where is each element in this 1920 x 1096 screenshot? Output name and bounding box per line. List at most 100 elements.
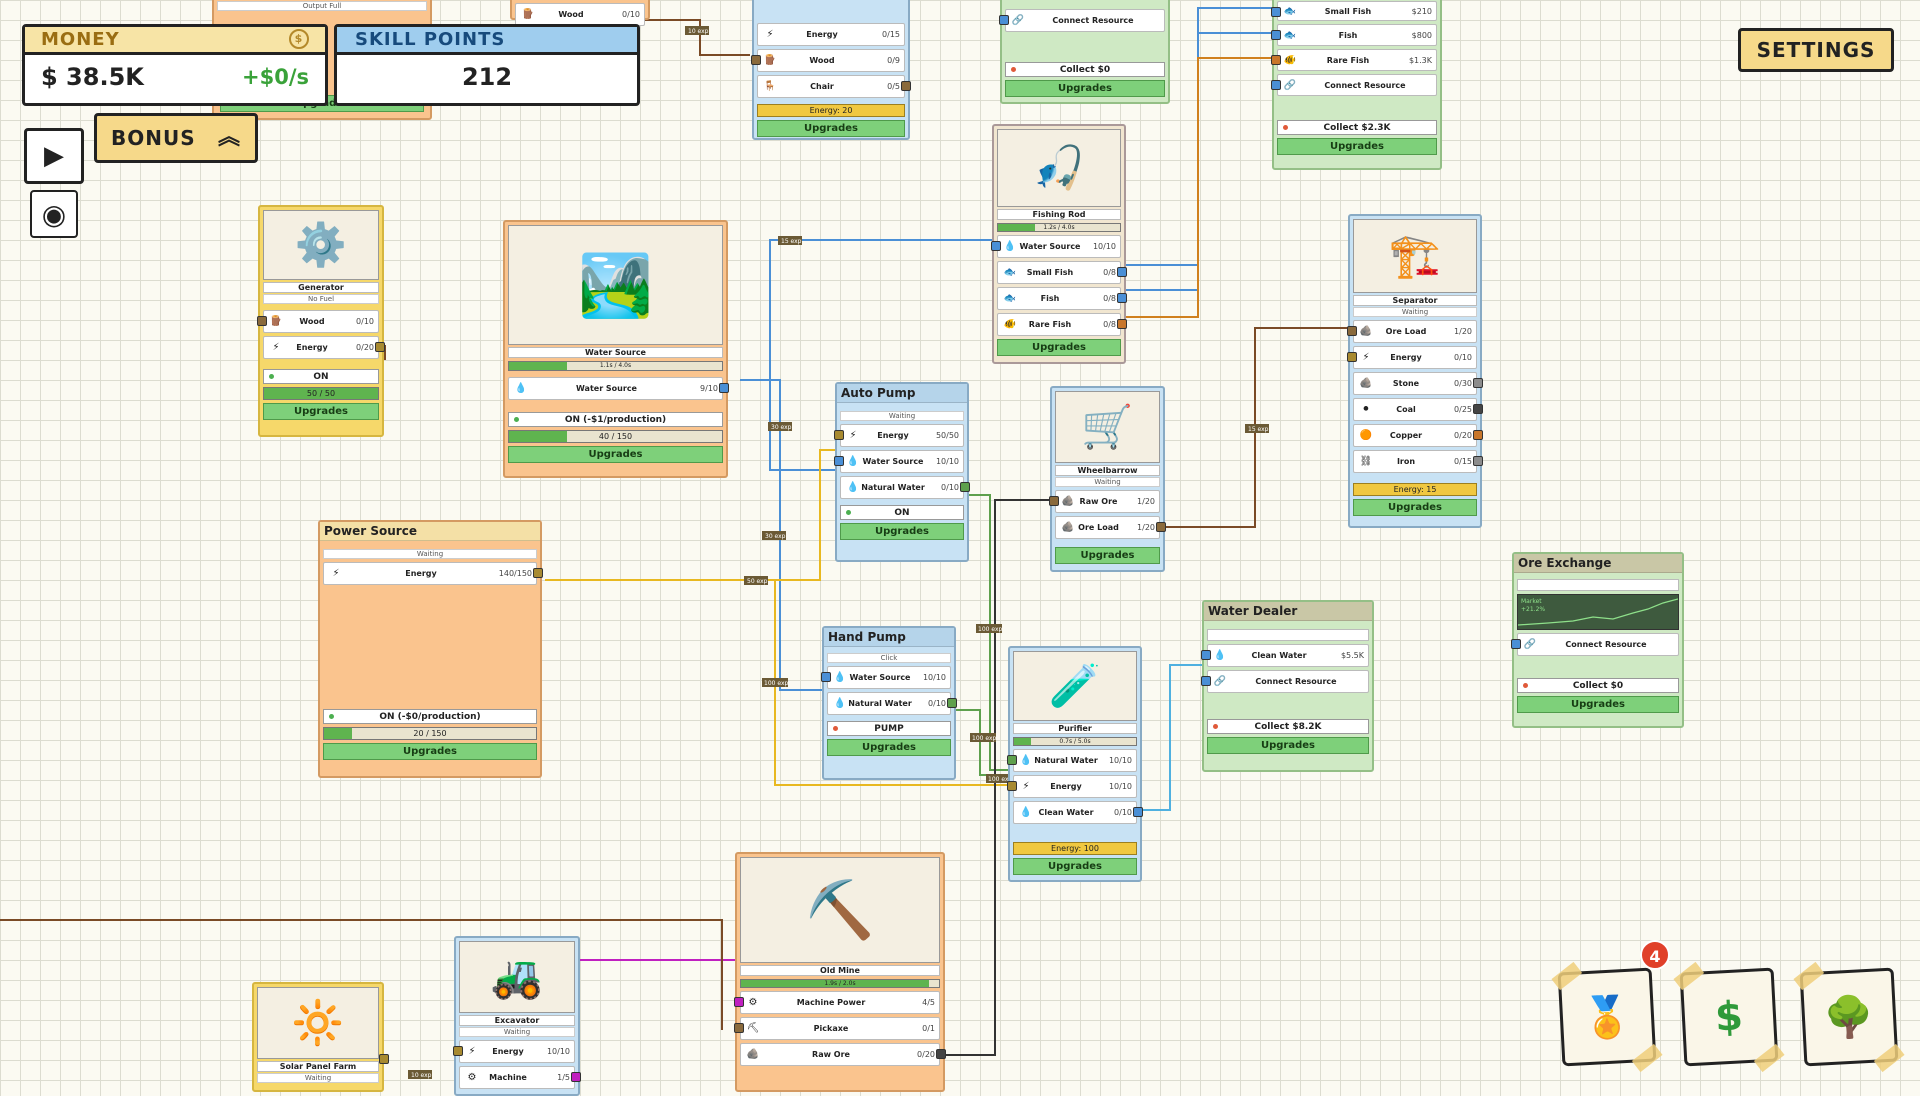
connect-resource-row[interactable]: 🔗 Connect Resource [1201,670,1369,693]
input-port[interactable] [453,1046,463,1056]
input-port[interactable] [821,672,831,682]
collect-button[interactable]: Collect $2.3K [1277,120,1437,135]
resource-row: 💧 Water Source 10/10 [834,450,964,473]
output-port[interactable] [1117,319,1127,329]
output-port[interactable] [375,342,385,352]
pump-button[interactable]: PUMP [827,721,951,736]
input-port[interactable] [1271,55,1281,65]
input-port[interactable] [1049,496,1059,506]
upgrades-button[interactable]: Upgrades [1207,737,1369,754]
resource-label: Ore Load [1385,327,1427,336]
output-port[interactable] [379,1054,389,1064]
connect-resource-row[interactable]: 🔗 Connect Resource [1511,633,1679,656]
ore-icon: 🪨 [1061,522,1075,533]
bar-text: 50 / 50 [306,389,336,398]
input-port[interactable] [1007,755,1017,765]
node-status: Click [827,653,951,663]
node-name: Generator [263,282,379,293]
collect-button[interactable]: Collect $8.2K [1207,719,1369,734]
settings-button[interactable]: SETTINGS [1738,28,1894,72]
output-port[interactable] [1117,267,1127,277]
output-port[interactable] [719,383,729,393]
collect-button[interactable]: Collect $0 [1005,62,1165,77]
connect-resource-row[interactable]: 🔗 Connect Resource [999,9,1165,32]
output-port[interactable] [1117,293,1127,303]
input-port[interactable] [999,15,1009,25]
input-port[interactable] [1347,326,1357,336]
upgrades-button[interactable]: Upgrades [1353,499,1477,516]
power-toggle[interactable]: ON [840,505,964,520]
input-port[interactable] [734,1023,744,1033]
input-port[interactable] [734,997,744,1007]
input-port[interactable] [834,430,844,440]
resource-label: Fish [1338,30,1358,40]
copper-icon: 🟠 [1359,430,1373,441]
input-port[interactable] [257,316,267,326]
input-port[interactable] [1201,650,1211,660]
output-port[interactable] [936,1049,946,1059]
input-port[interactable] [834,456,844,466]
upgrades-button[interactable]: Upgrades [997,339,1121,356]
output-port[interactable] [1473,404,1483,414]
excavator-node: 🚜 Excavator Waiting ⚡ Energy 10/10 ⚙ Machin… [453,936,581,1096]
input-port[interactable] [751,55,761,65]
input-port[interactable] [1271,7,1281,17]
upgrades-button[interactable]: Upgrades [1013,858,1137,875]
bonus-button[interactable]: BONUS ︽ [94,113,258,163]
output-port[interactable] [901,81,911,91]
resource-value: 0/5 [887,82,900,91]
upgrades-button[interactable]: Upgrades [757,120,905,137]
chair-icon: 🪑 [763,81,777,92]
input-port[interactable] [1347,352,1357,362]
resource-row: 🪨 Ore Load 1/20 [1347,320,1477,343]
fish-icon: 🐟 [1003,293,1017,304]
wire-label-text: 15 exp [781,238,802,245]
power-toggle[interactable]: ON (-$1/production) [508,412,723,427]
play-button[interactable]: ▶ [24,128,84,184]
output-port[interactable] [1156,522,1166,532]
input-port[interactable] [991,241,1001,251]
purifier-node: 🧪 Purifier 0.7s / 5.0s 💧 Natural Water 10/… [1007,646,1143,882]
output-port[interactable] [1473,430,1483,440]
bar-text: 0.7s / 5.0s [1059,738,1091,745]
upgrades-button[interactable]: Upgrades [827,739,951,756]
collect-button[interactable]: Collect $0 [1517,678,1679,693]
stone-icon: 🪨 [1359,378,1373,389]
output-port[interactable] [960,482,970,492]
upgrades-button[interactable]: Upgrades [263,403,379,420]
connect-resource-row[interactable]: 🔗 Connect Resource [1271,74,1437,96]
achievements-button[interactable]: 🏅 [1551,961,1663,1073]
output-port[interactable] [571,1072,581,1082]
upgrades-button[interactable]: Upgrades [1055,547,1160,564]
money-title-bar: MONEY $ [25,27,325,55]
resource-label: Raw Ore [1079,497,1118,506]
rare-fish-icon: 🐠 [1283,54,1297,66]
power-toggle[interactable]: ON [263,369,379,384]
resource-label: Iron [1396,457,1416,466]
input-port[interactable] [1271,80,1281,90]
record-button[interactable]: ◉ [30,190,78,238]
upgrades-button[interactable]: Upgrades [1005,80,1165,97]
resource-value: 0/10 [928,699,946,708]
upgrades-button[interactable]: Upgrades [508,446,723,463]
resource-value: 0/8 [1103,268,1116,277]
output-port[interactable] [1133,807,1143,817]
output-port[interactable] [1473,456,1483,466]
upgrades-button[interactable]: Upgrades [1517,696,1679,713]
output-port[interactable] [947,698,957,708]
resource-label: Pickaxe [813,1024,849,1033]
upgrades-button[interactable]: Upgrades [323,743,537,760]
upgrades-button[interactable]: Upgrades [1277,138,1437,155]
input-port[interactable] [1201,676,1211,686]
output-port[interactable] [533,568,543,578]
shop-button[interactable]: $ [1673,961,1785,1073]
skill-tree-button[interactable]: 🌳 [1793,961,1905,1073]
input-port[interactable] [1271,30,1281,40]
upgrades-button[interactable]: Upgrades [840,523,964,540]
skill-points-panel: SKILL POINTS 212 [334,24,640,106]
input-port[interactable] [1511,639,1521,649]
power-toggle[interactable]: ON (-$0/production) [323,709,537,724]
wire-label-text: 10 exp [411,1072,432,1079]
input-port[interactable] [1007,781,1017,791]
output-port[interactable] [1473,378,1483,388]
